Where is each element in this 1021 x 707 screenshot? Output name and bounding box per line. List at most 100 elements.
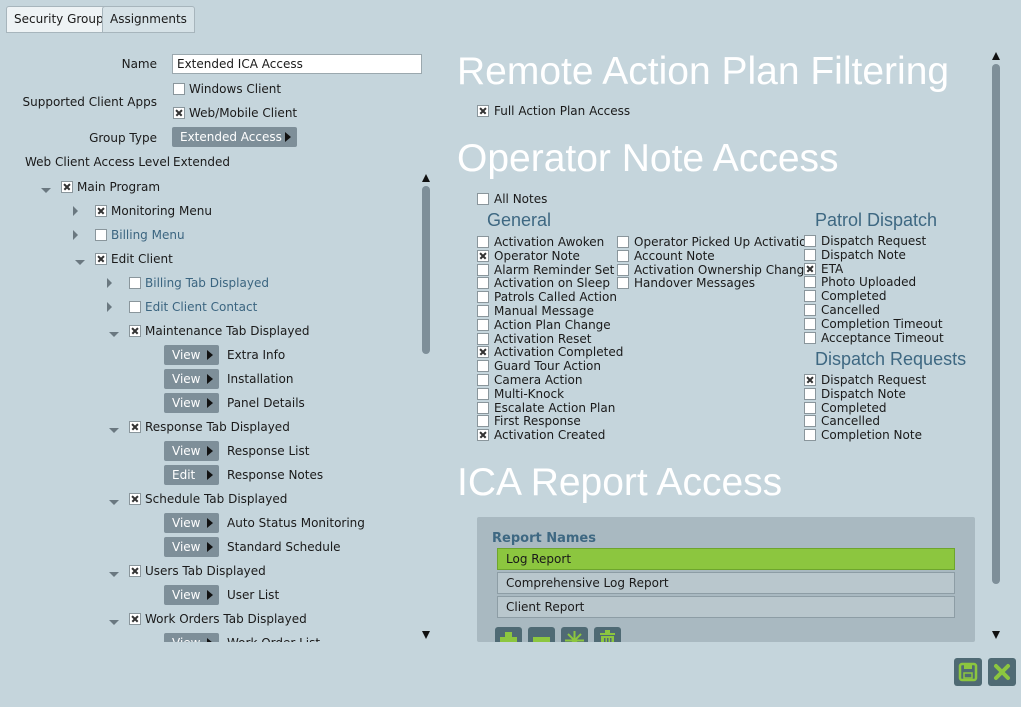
tree-checkbox-maintenance-tab-displayed[interactable]	[129, 325, 141, 337]
group-type-dropdown[interactable]: Extended Access	[172, 127, 297, 147]
collapse-arrow-icon[interactable]	[109, 500, 119, 505]
general-note-checkbox-account-note[interactable]	[617, 249, 629, 262]
collapse-arrow-icon[interactable]	[109, 428, 119, 433]
caret-right-icon	[207, 470, 213, 480]
patrol-note-checkbox-dispatch-note[interactable]	[804, 248, 816, 261]
dispatch-note-checkbox-completion-note[interactable]	[804, 429, 816, 442]
right-scroll-down-icon[interactable]	[992, 631, 1000, 639]
caret-right-icon	[207, 638, 213, 642]
general-note-checkbox-alarm-reminder-set[interactable]	[477, 263, 489, 276]
general-note-checkbox-action-plan-change[interactable]	[477, 318, 489, 331]
general-note-checkbox-manual-message[interactable]	[477, 305, 489, 317]
patrol-note-checkbox-acceptance-timeout[interactable]	[804, 331, 816, 344]
general-note-checkbox-patrols-called-action[interactable]	[477, 291, 489, 304]
general-note-checkbox-activation-awoken[interactable]	[477, 236, 489, 248]
expand-arrow-icon[interactable]	[107, 302, 112, 312]
tree-item-billing-tab-displayed[interactable]: Billing Tab Displayed	[145, 276, 269, 290]
add-report-button[interactable]	[495, 627, 522, 642]
access-mode-button-user-list[interactable]: View	[164, 585, 219, 605]
patrol-note-checkbox-cancelled[interactable]	[804, 304, 816, 316]
patrol-note-checkbox-dispatch-request[interactable]	[804, 235, 816, 247]
general-note-checkbox-activation-on-sleep[interactable]	[477, 277, 489, 290]
access-mode-button-auto-status-monitoring[interactable]: View	[164, 513, 219, 533]
close-button[interactable]	[988, 658, 1016, 686]
access-mode-button-panel-details[interactable]: View	[164, 393, 219, 413]
right-scroll-up-icon[interactable]	[992, 52, 1000, 60]
report-row-log-report[interactable]: Log Report	[497, 548, 955, 570]
general-note-label: Patrols Called Action	[494, 290, 617, 305]
dispatch-note-checkbox-dispatch-request[interactable]	[804, 374, 816, 386]
caret-right-icon	[207, 446, 213, 456]
patrol-note-checkbox-photo-uploaded[interactable]	[804, 276, 816, 289]
collapse-arrow-icon[interactable]	[109, 332, 119, 337]
collapse-arrow-icon[interactable]	[75, 260, 85, 265]
general-note-checkbox-handover-messages[interactable]	[617, 277, 629, 290]
report-row-comprehensive-log-report[interactable]: Comprehensive Log Report	[497, 572, 955, 594]
all-notes-label: All Notes	[494, 192, 548, 206]
tree-checkbox-work-orders-tab-displayed[interactable]	[129, 613, 141, 625]
dispatch-note-checkbox-completed[interactable]	[804, 401, 816, 414]
report-row-client-report[interactable]: Client Report	[497, 596, 955, 618]
web-client-access-level-label: Web Client Access Level	[25, 155, 171, 169]
access-mode-button-installation[interactable]: View	[164, 369, 219, 389]
dispatch-note-checkbox-dispatch-note[interactable]	[804, 387, 816, 400]
tree-checkbox-users-tab-displayed[interactable]	[129, 565, 141, 577]
tree-checkbox-edit-client-contact[interactable]	[129, 301, 141, 313]
access-mode-button-extra-info[interactable]: View	[164, 345, 219, 365]
tree-scroll-up-icon[interactable]	[422, 174, 430, 182]
collapse-arrow-icon[interactable]	[41, 188, 51, 193]
tree-checkbox-billing-tab-displayed[interactable]	[129, 277, 141, 289]
patrol-note-checkbox-completion-timeout[interactable]	[804, 317, 816, 330]
caret-right-icon	[207, 398, 213, 408]
general-note-checkbox-multi-knock[interactable]	[477, 387, 489, 400]
tab-assignments[interactable]: Assignments	[102, 6, 195, 33]
all-notes-checkbox[interactable]	[477, 193, 489, 205]
sparkle-button[interactable]	[561, 627, 588, 642]
save-button[interactable]	[954, 658, 982, 686]
tree-item-edit-client-contact[interactable]: Edit Client Contact	[145, 300, 257, 314]
general-note-checkbox-escalate-action-plan[interactable]	[477, 401, 489, 414]
tab-security-group[interactable]: Security Group	[6, 6, 112, 33]
caret-right-icon	[207, 518, 213, 528]
full-action-plan-access-checkbox[interactable]	[477, 105, 489, 117]
general-note-checkbox-activation-created[interactable]	[477, 429, 489, 442]
tree-checkbox-main-program[interactable]	[61, 181, 73, 193]
access-mode-button-response-list[interactable]: View	[164, 441, 219, 461]
tree-checkbox-billing-menu[interactable]	[95, 229, 107, 241]
access-mode-button-standard-schedule[interactable]: View	[164, 537, 219, 557]
tree-checkbox-response-tab-displayed[interactable]	[129, 421, 141, 433]
general-heading: General	[487, 210, 552, 230]
tree-checkbox-monitoring-menu[interactable]	[95, 205, 107, 217]
general-note-checkbox-guard-tour-action[interactable]	[477, 360, 489, 373]
tree-checkbox-schedule-tab-displayed[interactable]	[129, 493, 141, 505]
delete-report-button[interactable]	[594, 627, 621, 642]
access-mode-button-response-notes[interactable]: Edit	[164, 465, 219, 485]
tree-scroll-down-icon[interactable]	[422, 631, 430, 639]
general-note-checkbox-operator-picked-up-activation[interactable]	[617, 236, 629, 248]
tree-checkbox-edit-client[interactable]	[95, 253, 107, 265]
collapse-arrow-icon[interactable]	[109, 572, 119, 577]
web-mobile-client-checkbox[interactable]	[173, 107, 185, 119]
right-scrollbar-thumb[interactable]	[992, 64, 1000, 584]
expand-arrow-icon[interactable]	[107, 278, 112, 288]
general-note-checkbox-operator-note[interactable]	[477, 249, 489, 262]
expand-arrow-icon[interactable]	[73, 230, 78, 240]
general-note-checkbox-first-response[interactable]	[477, 415, 489, 428]
tree-item-billing-menu[interactable]: Billing Menu	[111, 228, 185, 242]
access-mode-button-work-order-list[interactable]: View	[164, 633, 219, 642]
patrol-note-label: Dispatch Note	[821, 247, 906, 262]
patrol-note-checkbox-completed[interactable]	[804, 290, 816, 303]
windows-client-checkbox[interactable]	[173, 83, 185, 95]
tree-scrollbar-thumb[interactable]	[422, 186, 430, 354]
collapse-arrow-icon[interactable]	[109, 620, 119, 625]
expand-arrow-icon[interactable]	[73, 206, 78, 216]
name-input[interactable]	[172, 54, 422, 74]
general-note-checkbox-activation-completed[interactable]	[477, 346, 489, 359]
access-mode-value: View	[172, 588, 201, 602]
general-note-checkbox-activation-reset[interactable]	[477, 332, 489, 345]
patrol-note-checkbox-eta[interactable]	[804, 262, 816, 275]
remove-report-button[interactable]	[528, 627, 555, 642]
general-note-checkbox-activation-ownership-change[interactable]	[617, 263, 629, 276]
dispatch-note-checkbox-cancelled[interactable]	[804, 415, 816, 428]
general-note-checkbox-camera-action[interactable]	[477, 374, 489, 386]
